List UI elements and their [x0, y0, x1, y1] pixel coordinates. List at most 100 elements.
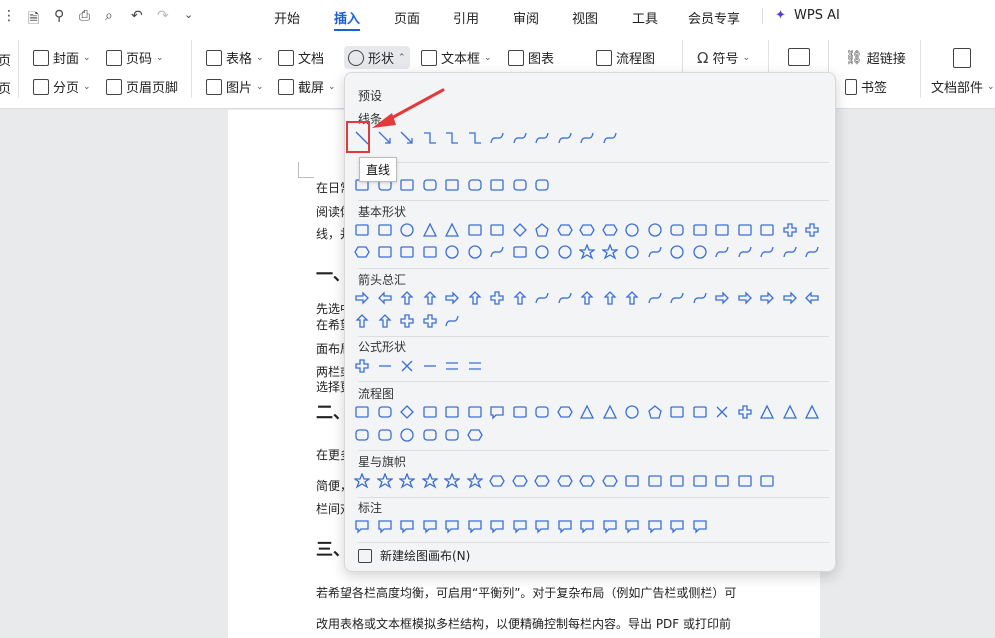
- shape-curve-button[interactable]: [734, 241, 757, 263]
- shape-diamond-button[interactable]: [509, 219, 532, 241]
- shape-curve-button[interactable]: [531, 127, 554, 149]
- shape-circ-button[interactable]: [621, 401, 644, 423]
- shape-curve-button[interactable]: [644, 287, 667, 309]
- shape-circ-button[interactable]: [396, 219, 419, 241]
- shape-tri-button[interactable]: [576, 401, 599, 423]
- shape-tri-button[interactable]: [779, 401, 802, 423]
- shape-rect-button[interactable]: [711, 219, 734, 241]
- shape-rect-button[interactable]: [351, 401, 374, 423]
- shape-rect-button[interactable]: [486, 174, 509, 196]
- shape-tri-button[interactable]: [599, 401, 622, 423]
- shape-uarrow-button[interactable]: [621, 287, 644, 309]
- tab-view[interactable]: 视图: [572, 8, 598, 27]
- shape-star-button[interactable]: [576, 241, 599, 263]
- shape-rect-button[interactable]: [441, 401, 464, 423]
- shape-elbow-button[interactable]: [464, 127, 487, 149]
- tab-review[interactable]: 审阅: [513, 8, 539, 27]
- tab-references[interactable]: 引用: [453, 8, 479, 27]
- shape-curve-button[interactable]: [441, 310, 464, 332]
- shape-plus-button[interactable]: [734, 401, 757, 423]
- shape-callout-button[interactable]: [509, 515, 532, 537]
- shape-curve-button[interactable]: [689, 287, 712, 309]
- shape-hexa-button[interactable]: [464, 424, 487, 446]
- shape-star-button[interactable]: [464, 470, 487, 492]
- shape-hexa-button[interactable]: [554, 401, 577, 423]
- shape-minus-button[interactable]: [419, 355, 442, 377]
- shape-circ-button[interactable]: [531, 241, 554, 263]
- shape-callout-button[interactable]: [576, 515, 599, 537]
- shape-callout-button[interactable]: [689, 515, 712, 537]
- chart-button[interactable]: 图表: [508, 48, 554, 67]
- shape-rect-button[interactable]: [374, 241, 397, 263]
- shape-rect-button[interactable]: [396, 174, 419, 196]
- shape-circ-button[interactable]: [621, 241, 644, 263]
- page-break-button[interactable]: 分页 ⌄: [33, 77, 91, 96]
- shape-curve-button[interactable]: [486, 241, 509, 263]
- flowchart-button[interactable]: 流程图: [596, 48, 655, 67]
- shape-uarrow-button[interactable]: [396, 287, 419, 309]
- shape-cross-button[interactable]: [396, 355, 419, 377]
- shape-curve-button[interactable]: [486, 127, 509, 149]
- shape-uarrow-button[interactable]: [599, 287, 622, 309]
- screenshot-button[interactable]: 截屏 ⌄: [278, 77, 336, 96]
- shape-callout-button[interactable]: [644, 515, 667, 537]
- tab-member[interactable]: 会员专享: [688, 8, 740, 27]
- shape-hexa-button[interactable]: [576, 219, 599, 241]
- shape-rect-button[interactable]: [734, 219, 757, 241]
- shape-rrect-button[interactable]: [419, 174, 442, 196]
- bookmark-button[interactable]: 书签: [845, 77, 887, 96]
- shape-star-button[interactable]: [441, 470, 464, 492]
- document-button[interactable]: 文档: [278, 48, 324, 67]
- shape-rect-button[interactable]: [689, 470, 712, 492]
- shape-tri-button[interactable]: [756, 401, 779, 423]
- shape-larrow-button[interactable]: [374, 287, 397, 309]
- shape-callout-button[interactable]: [554, 515, 577, 537]
- shape-rrect-button[interactable]: [509, 174, 532, 196]
- picture-button[interactable]: 图片 ⌄: [206, 77, 264, 96]
- shape-rect-button[interactable]: [419, 401, 442, 423]
- shape-rarrow-button[interactable]: [441, 287, 464, 309]
- shape-rrect-button[interactable]: [531, 174, 554, 196]
- shape-tri-button[interactable]: [801, 401, 824, 423]
- shape-rect-button[interactable]: [509, 401, 532, 423]
- shape-uarrow-button[interactable]: [464, 287, 487, 309]
- menu-icon[interactable]: ⋮: [2, 8, 16, 24]
- shape-rect-button[interactable]: [351, 219, 374, 241]
- shape-minus-button[interactable]: [374, 355, 397, 377]
- shape-rect-button[interactable]: [621, 470, 644, 492]
- shape-callout-button[interactable]: [419, 515, 442, 537]
- table-button[interactable]: 表格 ⌄: [206, 48, 264, 67]
- hyperlink-button[interactable]: ⛓ 超链接: [845, 48, 906, 68]
- shape-equal-button[interactable]: [441, 355, 464, 377]
- shape-rect-button[interactable]: [509, 241, 532, 263]
- shape-callout-button[interactable]: [486, 515, 509, 537]
- shape-hexa-button[interactable]: [554, 470, 577, 492]
- shape-circ-button[interactable]: [464, 241, 487, 263]
- print-preview-icon[interactable]: ⌕: [105, 8, 113, 24]
- tab-wps-ai[interactable]: WPS AI: [794, 8, 840, 23]
- shape-rrect-button[interactable]: [374, 401, 397, 423]
- shape-uarrow-button[interactable]: [419, 287, 442, 309]
- cut-off-button-2[interactable]: 页: [0, 78, 11, 97]
- shape-circ-button[interactable]: [644, 219, 667, 241]
- shape-curve-button[interactable]: [666, 287, 689, 309]
- shape-rect-button[interactable]: [711, 470, 734, 492]
- shape-circ-button[interactable]: [441, 241, 464, 263]
- shape-penta-button[interactable]: [531, 219, 554, 241]
- shape-rect-button[interactable]: [689, 219, 712, 241]
- shape-rect-button[interactable]: [486, 219, 509, 241]
- shape-callout-button[interactable]: [351, 515, 374, 537]
- shape-hexa-button[interactable]: [554, 219, 577, 241]
- shape-curve-button[interactable]: [756, 241, 779, 263]
- shape-rect-button[interactable]: [374, 219, 397, 241]
- shape-callout-button[interactable]: [621, 515, 644, 537]
- shape-curve-button[interactable]: [554, 127, 577, 149]
- shape-circ-button[interactable]: [689, 241, 712, 263]
- shape-callout-button[interactable]: [666, 515, 689, 537]
- shape-hexa-button[interactable]: [509, 470, 532, 492]
- shape-plus-button[interactable]: [801, 219, 824, 241]
- shape-diamond-button[interactable]: [396, 401, 419, 423]
- shape-circ-button[interactable]: [621, 219, 644, 241]
- shape-curve-button[interactable]: [711, 241, 734, 263]
- shape-hexa-button[interactable]: [599, 219, 622, 241]
